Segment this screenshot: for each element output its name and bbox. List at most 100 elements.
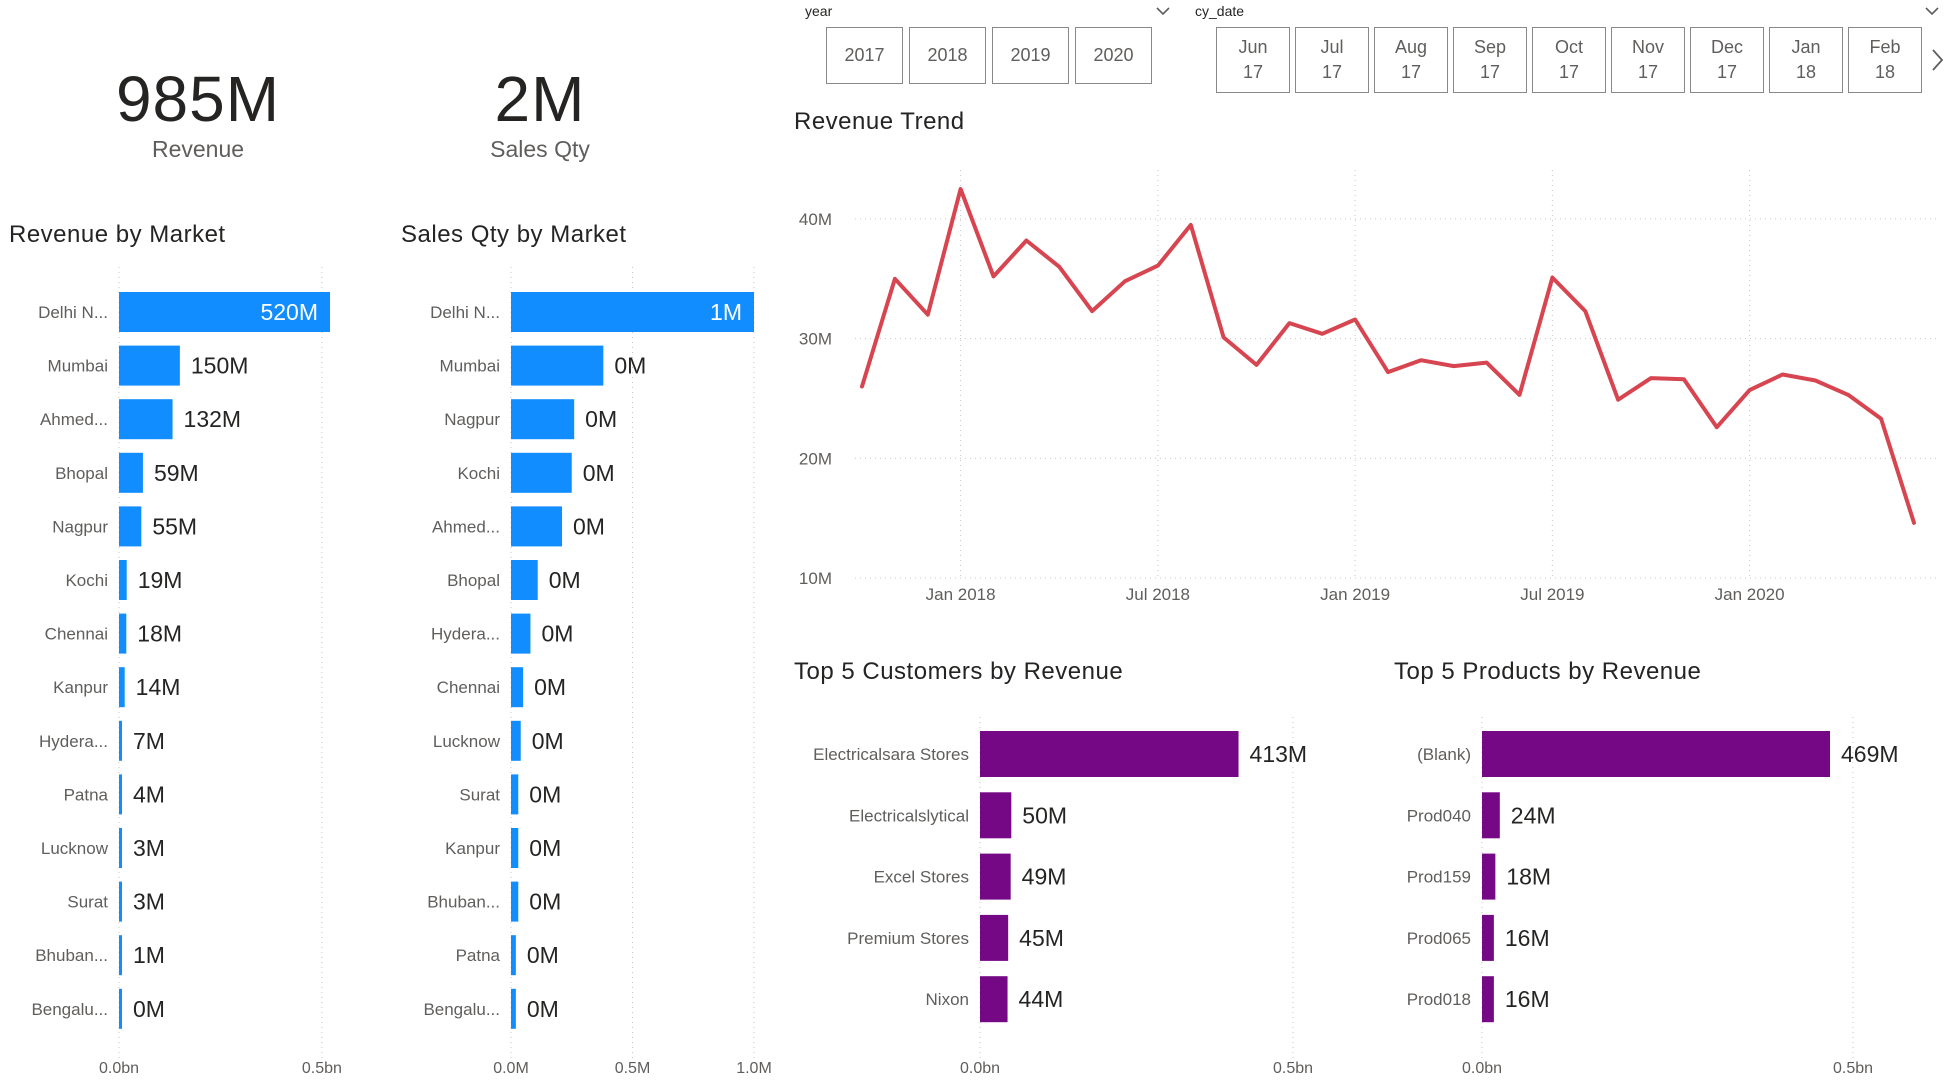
category-label: Nixon [926,990,969,1009]
date-option-aug-17[interactable]: Aug 17 [1374,27,1448,93]
category-label: Patna [456,946,501,965]
revenue-trend-chart: 10M 20M 30M 40M Jan 2018 Jul 2018 Jan 2019 Jul … [799,170,1940,604]
date-option-year: 17 [1558,62,1580,82]
bar [980,914,1009,961]
category-label: Chennai [45,625,108,644]
date-option-jan-18[interactable]: Jan 18 [1769,27,1843,93]
data-label: 0M [573,513,605,539]
bar [119,345,180,386]
bar [119,399,173,440]
y-tick-label: 40M [799,210,832,229]
data-label: 0M [532,728,564,754]
bar [119,720,122,761]
date-option-jun-17[interactable]: Jun 17 [1216,27,1290,93]
date-option-year: 17 [1321,62,1343,82]
year-option-2018[interactable]: 2018 [909,27,986,84]
bar [511,720,521,761]
category-label: Bhuban... [35,946,108,965]
category-label: Kochi [65,571,108,590]
date-option-month: Dec [1710,37,1743,57]
category-label: Ahmed... [40,410,108,429]
data-label: 45M [1019,925,1064,951]
category-label: Prod018 [1407,990,1471,1009]
bar [119,774,122,815]
bar [511,935,516,976]
date-option-feb-18[interactable]: Feb 18 [1848,27,1922,93]
category-label: Lucknow [41,839,109,858]
data-label: 520M [260,299,318,325]
year-option-2020[interactable]: 2020 [1075,27,1152,84]
sales-qty-by-market-chart: 0.0M 0.5M 1.0M Delhi N... 1M Mumbai 0M Nagpur 0M… [423,267,772,1077]
category-label: Bhuban... [427,893,500,912]
date-option-jul-17[interactable]: Jul 17 [1295,27,1369,93]
category-label: Bhopal [55,464,108,483]
x-tick-label: 0.5M [615,1060,651,1077]
category-label: Excel Stores [874,868,969,887]
x-tick-label: Jul 2019 [1520,585,1584,604]
data-label: 50M [1022,802,1067,828]
data-label: 0M [585,406,617,432]
bar [119,452,143,493]
kpi-label: Sales Qty [490,136,590,162]
y-tick-label: 20M [799,449,832,468]
date-option-dec-17[interactable]: Dec 17 [1690,27,1764,93]
year-option-label: 2018 [927,45,968,65]
bar [980,976,1008,1023]
data-label: 44M [1019,986,1064,1012]
revenue-trend-title: Revenue Trend [794,108,965,135]
year-dropdown-chevron[interactable] [1156,3,1170,16]
date-option-sep-17[interactable]: Sep 17 [1453,27,1527,93]
category-label: Prod065 [1407,929,1471,948]
category-label: Hydera... [431,625,500,644]
year-option-2019[interactable]: 2019 [992,27,1069,84]
date-option-month: Nov [1631,37,1664,57]
data-label: 3M [133,835,165,861]
bar [1482,731,1830,777]
data-label: 16M [1505,925,1550,951]
category-label: Delhi N... [430,303,500,322]
date-option-year: 17 [1400,62,1422,82]
chevron-down-icon [1156,7,1170,16]
category-label: Nagpur [52,517,108,536]
category-label: Electricalslytical [849,806,969,825]
kpi-value: 985M [115,63,281,135]
x-tick-label: 0.5bn [1273,1060,1313,1077]
date-slicer-title: cy_date [1195,3,1245,19]
chevron-right-icon [1932,49,1944,71]
category-label: Bengalu... [423,1000,500,1019]
bar [1482,914,1494,961]
bar [511,345,604,386]
data-label: 18M [1506,864,1551,890]
data-label: 3M [133,889,165,915]
category-label: Surat [459,785,500,804]
year-option-2017[interactable]: 2017 [826,27,903,84]
bar [511,667,524,708]
bar [511,399,575,440]
top5-products-chart: 0.0bn 0.5bn (Blank) 469M Prod040 24M Prod159 18… [1407,717,1899,1077]
bar [119,667,125,708]
date-option-month: Jul [1320,37,1344,57]
category-label: Lucknow [433,732,501,751]
bar [511,828,519,868]
y-tick-label: 10M [799,569,832,588]
data-label: 0M [549,567,581,593]
x-tick-label: Jan 2018 [926,585,996,604]
category-label: Delhi N... [38,303,108,322]
date-option-month: Aug [1394,37,1428,57]
date-option-month: Sep [1473,37,1507,57]
data-label: 0M [529,835,561,861]
date-option-month: Oct [1554,37,1583,57]
x-tick-label: 0.0M [493,1060,529,1077]
x-tick-label: 0.5bn [302,1060,342,1077]
category-label: Mumbai [440,357,500,376]
date-slicer-next[interactable] [1930,48,1944,72]
data-label: 0M [529,889,561,915]
data-label: 0M [133,996,165,1022]
data-label: 469M [1841,741,1899,767]
date-option-oct-17[interactable]: Oct 17 [1532,27,1606,93]
category-label: Bhopal [447,571,500,590]
date-option-nov-17[interactable]: Nov 17 [1611,27,1685,93]
data-label: 7M [133,728,165,754]
category-label: Prod040 [1407,806,1471,825]
date-dropdown-chevron[interactable] [1925,3,1939,16]
